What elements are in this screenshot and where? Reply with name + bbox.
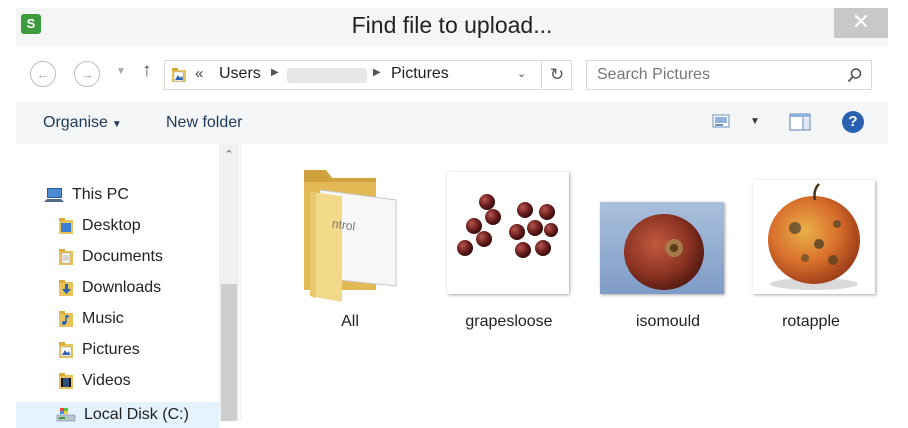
title-bar: S Find file to upload... ✕: [16, 8, 888, 46]
organise-label: Organise: [43, 114, 108, 131]
image-thumbnail: [753, 180, 875, 294]
caret-down-icon: ▼: [111, 119, 122, 130]
mouldy-apple-image: [600, 202, 724, 294]
navigation-pane: This PC Desktop Documents Downloads Musi…: [16, 144, 241, 428]
sidebar-item-label: Desktop: [82, 217, 141, 234]
breadcrumb-separator-icon[interactable]: ▶: [373, 67, 381, 78]
pictures-folder-icon: [59, 342, 73, 358]
documents-folder-icon: [59, 249, 73, 265]
music-folder-icon: [59, 311, 73, 327]
file-item-image[interactable]: isomould: [600, 160, 736, 330]
sidebar-item-label: Downloads: [82, 279, 162, 296]
forward-arrow-icon[interactable]: →: [74, 61, 100, 87]
scroll-up-arrow-icon[interactable]: ⌃: [219, 148, 239, 161]
back-arrow-icon[interactable]: ←: [30, 61, 56, 87]
sidebar-item-this-pc[interactable]: This PC: [44, 186, 129, 210]
breadcrumb-pictures[interactable]: Pictures: [391, 65, 449, 83]
rotten-apple-image: [768, 183, 860, 290]
new-folder-button[interactable]: New folder: [166, 114, 242, 132]
file-name: All: [341, 313, 359, 330]
sidebar-item-documents[interactable]: Documents: [58, 248, 163, 272]
sidebar-item-label: Music: [82, 310, 124, 327]
pictures-folder-icon: [172, 68, 186, 82]
command-bar: Organise ▼ New folder ▼ ?: [16, 102, 888, 144]
folder-icon: [304, 170, 397, 302]
videos-folder-icon: [59, 373, 73, 389]
help-icon[interactable]: ?: [842, 111, 864, 133]
file-item-image[interactable]: grapesloose: [441, 160, 577, 330]
computer-icon: [44, 188, 64, 202]
file-name: grapesloose: [465, 313, 553, 330]
close-button[interactable]: ✕: [834, 8, 888, 38]
preview-pane-icon[interactable]: [789, 112, 811, 132]
address-overflow-chevron[interactable]: «: [195, 65, 203, 82]
sidebar-item-label: This PC: [72, 186, 129, 203]
sidebar-item-videos[interactable]: Videos: [58, 372, 131, 396]
search-input[interactable]: [587, 61, 837, 89]
breadcrumb-username-redacted: [287, 68, 367, 83]
sidebar-item-downloads[interactable]: Downloads: [58, 279, 161, 303]
file-item-folder[interactable]: ntrol All: [282, 160, 418, 330]
sidebar-item-music[interactable]: Music: [58, 310, 124, 334]
desktop-folder-icon: [59, 218, 73, 234]
sidebar-item-label: Documents: [82, 248, 163, 265]
recent-locations-dropdown-icon[interactable]: ▼: [116, 66, 126, 77]
sidebar-item-label: Pictures: [82, 341, 140, 358]
sidebar-scroll-thumb[interactable]: [221, 284, 237, 421]
up-arrow-icon[interactable]: ↑: [142, 60, 152, 82]
file-name: rotapple: [782, 313, 840, 330]
sidebar-item-local-disk[interactable]: Local Disk (C:): [16, 402, 219, 428]
navigation-bar: ← → ▼ ↑ « Users ▶ ▶ Pictures ⌄ ↻: [16, 54, 888, 94]
file-upload-dialog: S Find file to upload... ✕ ← → ▼ ↑ « Use…: [16, 8, 888, 428]
search-icon[interactable]: [847, 67, 863, 83]
breadcrumb-separator-icon[interactable]: ▶: [271, 67, 279, 78]
organise-button[interactable]: Organise ▼: [43, 114, 122, 132]
breadcrumb-users[interactable]: Users: [219, 65, 261, 83]
address-bar[interactable]: « Users ▶ ▶ Pictures ⌄ ↻: [164, 60, 572, 90]
image-thumbnail: [600, 202, 724, 294]
window-title: Find file to upload...: [351, 12, 553, 38]
sidebar-item-label: Videos: [82, 372, 131, 389]
file-name: isomould: [635, 313, 701, 330]
change-view-icon[interactable]: [712, 113, 730, 129]
image-thumbnail: [447, 172, 569, 294]
sidebar-item-label: Local Disk (C:): [84, 406, 189, 423]
grapes-image: [457, 194, 558, 258]
file-item-image[interactable]: rotapple: [743, 160, 879, 330]
sidebar-item-pictures[interactable]: Pictures: [58, 341, 140, 365]
downloads-folder-icon: [59, 280, 73, 296]
file-list: ntrol All grapesloose isomould rotapple: [241, 144, 888, 421]
refresh-icon[interactable]: ↻: [541, 61, 572, 89]
address-history-dropdown-icon[interactable]: ⌄: [517, 67, 526, 80]
view-options-dropdown-icon[interactable]: ▼: [750, 116, 760, 127]
sidebar-item-desktop[interactable]: Desktop: [58, 217, 141, 241]
search-box[interactable]: [586, 60, 872, 90]
